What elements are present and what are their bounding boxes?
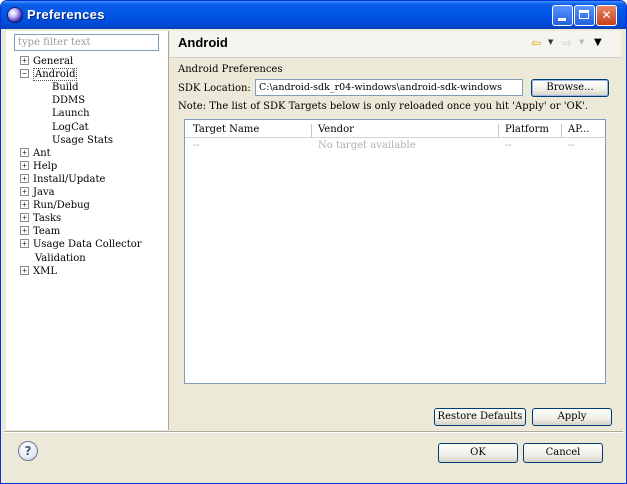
tree-item[interactable]: Launch bbox=[52, 107, 90, 120]
view-menu-icon[interactable]: ▼ bbox=[594, 37, 602, 48]
dialog-client-area: +General−AndroidBuildDDMSLaunchLogCatUsa… bbox=[4, 29, 623, 481]
tree-item[interactable]: DDMS bbox=[52, 94, 85, 107]
restore-defaults-button[interactable]: Restore Defaults bbox=[434, 408, 526, 426]
table-cell: -- bbox=[505, 140, 512, 151]
expand-icon[interactable]: + bbox=[20, 239, 29, 249]
tree-item[interactable]: Build bbox=[52, 81, 79, 94]
filter-input[interactable] bbox=[14, 34, 159, 51]
tree-item-label: Run/Debug bbox=[33, 200, 90, 212]
tree-item[interactable]: LogCat bbox=[52, 121, 89, 134]
column-header-platform[interactable]: Platform bbox=[499, 123, 561, 138]
maximize-button[interactable] bbox=[574, 5, 595, 26]
expand-icon[interactable]: + bbox=[20, 56, 29, 65]
tree-item[interactable]: + Run/Debug bbox=[20, 199, 90, 212]
window-title: Preferences bbox=[27, 7, 105, 22]
forward-arrow-icon[interactable]: ⇨ bbox=[562, 36, 572, 50]
tree-item-label: Java bbox=[33, 187, 55, 198]
tree-item[interactable]: + Usage Data Collector bbox=[20, 238, 142, 251]
page-header: Android ⇦ ▼ ⇨ ▼ ▼ bbox=[170, 31, 621, 57]
tree-item[interactable]: Validation bbox=[35, 252, 86, 265]
tree-item-label: Ant bbox=[33, 147, 51, 159]
cancel-button[interactable]: Cancel bbox=[523, 443, 603, 463]
tree-item[interactable]: + Ant bbox=[20, 147, 51, 160]
tree-item-label: Launch bbox=[52, 108, 90, 120]
expand-icon[interactable]: + bbox=[20, 160, 29, 170]
tree-item-label: Usage Data Collector bbox=[33, 239, 142, 251]
back-dropdown-icon[interactable]: ▼ bbox=[548, 38, 553, 46]
preference-tree-pane: +General−AndroidBuildDDMSLaunchLogCatUsa… bbox=[6, 31, 169, 430]
minimize-button[interactable] bbox=[552, 5, 573, 26]
header-divider bbox=[170, 57, 621, 58]
page-title: Android bbox=[178, 35, 228, 50]
tree-item-label: General bbox=[33, 56, 74, 67]
tree-item-label: XML bbox=[33, 265, 57, 277]
title-bar[interactable]: Preferences ✕ bbox=[1, 1, 626, 29]
tree-item[interactable]: + Help bbox=[20, 160, 57, 173]
table-header: Target Name Vendor Platform AP... bbox=[185, 123, 605, 138]
help-icon[interactable]: ? bbox=[18, 441, 38, 461]
footer-divider bbox=[4, 431, 623, 433]
tree-item[interactable]: + Tasks bbox=[20, 212, 61, 225]
tree-item[interactable]: − Android bbox=[20, 68, 78, 82]
tree-item[interactable]: + Install/Update bbox=[20, 173, 105, 186]
expand-icon[interactable]: + bbox=[20, 226, 29, 236]
table-cell: No target available bbox=[318, 140, 416, 151]
column-header-target-name[interactable]: Target Name bbox=[187, 123, 311, 138]
sdk-targets-table[interactable]: Target Name Vendor Platform AP... -- No … bbox=[184, 119, 606, 384]
tree-item-label: LogCat bbox=[52, 121, 89, 133]
tree-item[interactable]: + XML bbox=[20, 265, 57, 278]
tree-item-label: DDMS bbox=[52, 95, 86, 107]
tree-item-label: Install/Update bbox=[33, 173, 106, 185]
tree-item-label: Validation bbox=[35, 252, 86, 264]
table-cell: -- bbox=[193, 140, 200, 151]
maximize-icon bbox=[579, 10, 589, 19]
collapse-icon[interactable]: − bbox=[20, 69, 29, 79]
tree-item-label: Android bbox=[33, 68, 78, 82]
expand-icon[interactable]: + bbox=[20, 200, 29, 210]
expand-icon[interactable]: + bbox=[20, 147, 29, 157]
column-header-vendor[interactable]: Vendor bbox=[312, 123, 498, 138]
table-cell: -- bbox=[568, 140, 575, 151]
forward-dropdown-icon[interactable]: ▼ bbox=[579, 38, 584, 46]
section-label: Android Preferences bbox=[178, 64, 283, 75]
sdk-location-label: SDK Location: bbox=[178, 83, 251, 94]
tree-item-label: Build bbox=[52, 82, 79, 94]
tree-item-label: Tasks bbox=[33, 213, 62, 225]
tree-item-label: Team bbox=[33, 226, 61, 238]
close-icon: ✕ bbox=[601, 8, 612, 22]
ok-button[interactable]: OK bbox=[438, 443, 518, 463]
eclipse-icon bbox=[7, 7, 23, 23]
tree-item[interactable]: Usage Stats bbox=[52, 134, 113, 147]
tree-item-label: Usage Stats bbox=[52, 134, 114, 146]
tree-item[interactable]: + Team bbox=[20, 225, 60, 238]
preferences-window: Preferences ✕ +General−AndroidBuildDDMSL… bbox=[0, 0, 627, 484]
close-button[interactable]: ✕ bbox=[596, 5, 617, 26]
tree-item[interactable]: + Java bbox=[20, 186, 55, 199]
column-header-api[interactable]: AP... bbox=[562, 123, 604, 138]
preference-page: Android ⇦ ▼ ⇨ ▼ ▼ Android Preferences SD… bbox=[170, 31, 621, 430]
tree-item-label: Help bbox=[33, 160, 58, 172]
tree-item[interactable]: + General bbox=[20, 55, 73, 68]
back-arrow-icon[interactable]: ⇦ bbox=[531, 36, 541, 50]
browse-button[interactable]: Browse... bbox=[531, 79, 609, 97]
expand-icon[interactable]: + bbox=[20, 187, 29, 196]
apply-button[interactable]: Apply bbox=[532, 408, 612, 426]
sdk-note: Note: The list of SDK Targets below is o… bbox=[178, 101, 589, 112]
expand-icon[interactable]: + bbox=[20, 213, 29, 223]
expand-icon[interactable]: + bbox=[20, 265, 29, 275]
expand-icon[interactable]: + bbox=[20, 173, 29, 183]
minimize-icon bbox=[558, 18, 566, 21]
sdk-location-input[interactable] bbox=[255, 79, 523, 96]
